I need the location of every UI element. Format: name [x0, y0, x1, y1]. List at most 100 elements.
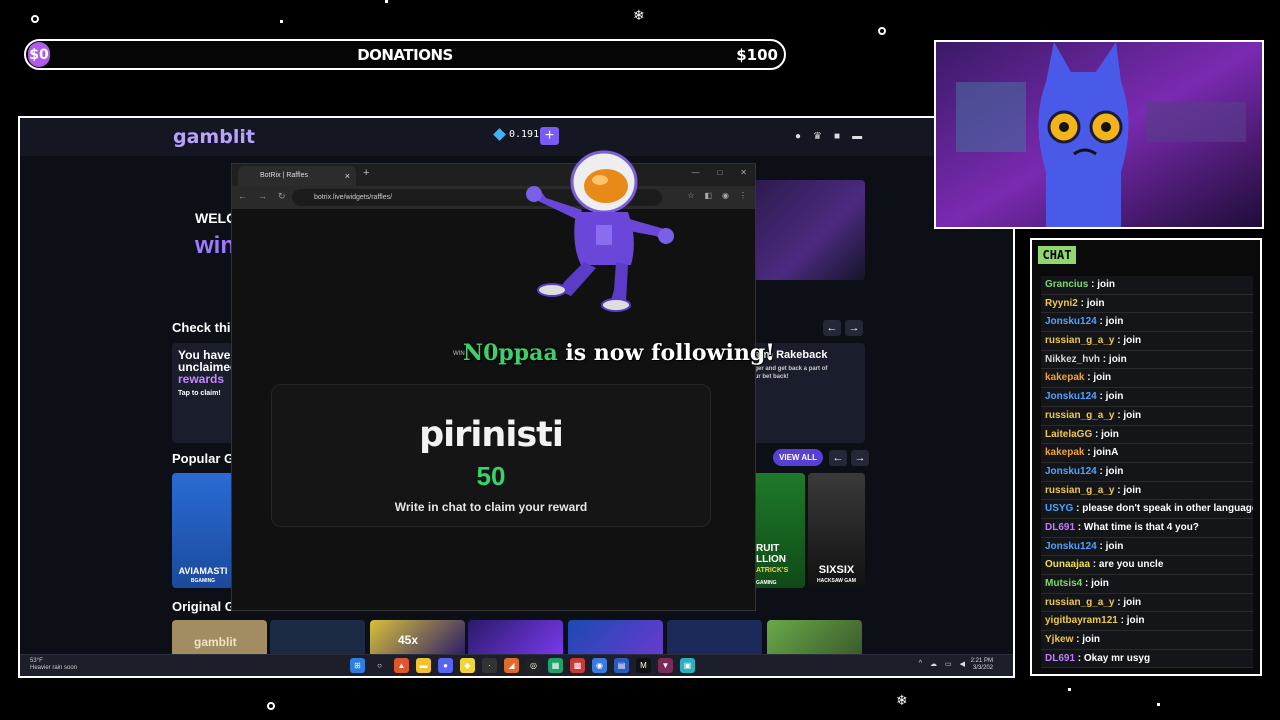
app-icon[interactable]: M	[636, 658, 651, 673]
menu-icon[interactable]: ⋮	[739, 191, 747, 200]
chrome-icon[interactable]: ◉	[592, 658, 607, 673]
arrow-right-button[interactable]: →	[851, 450, 869, 466]
star-pixel-decoration	[385, 0, 388, 3]
tab-close-icon[interactable]: ×	[345, 166, 350, 186]
webcam-frame	[934, 40, 1264, 229]
rewards-card[interactable]: You have unclaimed rewards Tap to claim!	[172, 343, 237, 443]
chat-text: join	[1091, 578, 1109, 589]
chevron-up-icon[interactable]: ^	[919, 660, 922, 668]
chat-username[interactable]: Ryyni2	[1045, 298, 1078, 309]
chat-username[interactable]: Jonsku124	[1045, 541, 1097, 552]
wallet-balance[interactable]: 0.191	[493, 128, 540, 141]
original-tile-5[interactable]	[568, 620, 663, 657]
original-tile-3[interactable]: 45x	[370, 620, 465, 657]
view-all-button[interactable]: VIEW ALL	[773, 449, 823, 466]
arrow-left-button[interactable]: ←	[829, 450, 847, 466]
trophy-icon[interactable]: ♛	[813, 131, 822, 142]
chat-text: join	[1101, 428, 1119, 440]
new-tab-button[interactable]: +	[363, 167, 369, 179]
balance-value: 0.191	[509, 129, 540, 140]
chat-separator: :	[1073, 503, 1083, 515]
hero-banner-art	[745, 180, 865, 280]
game-tile-fruit-million[interactable]: RUIT LLION ATRICK'S GAMING	[750, 473, 805, 588]
chat-username[interactable]: kakepak	[1045, 372, 1084, 383]
chat-username[interactable]: DL691	[1045, 522, 1075, 533]
taskbar-clock[interactable]: 2:21 PM 3/3/202	[971, 658, 993, 672]
sparkle-icon: ❄	[896, 692, 908, 708]
original-tile-2[interactable]	[270, 620, 365, 657]
chat-username[interactable]: DL691	[1045, 653, 1075, 664]
raffle-winner-name: pirinisti	[419, 415, 564, 455]
original-tile-6[interactable]	[667, 620, 762, 657]
rakeback-sub: ager and get back a part of	[751, 366, 828, 372]
chat-username[interactable]: LaitelaGG	[1045, 429, 1092, 440]
chat-username[interactable]: russian_g_a_y	[1045, 597, 1115, 608]
obs-icon[interactable]: ◎	[526, 658, 541, 673]
search-icon[interactable]: ○	[372, 658, 387, 673]
chat-username[interactable]: russian_g_a_y	[1045, 485, 1115, 496]
game-tile-sixsix[interactable]: SIXSIX HACKSAW GAM	[808, 473, 865, 588]
maximize-icon[interactable]: □	[717, 168, 722, 177]
chat-message: Mutsis4 : join	[1041, 575, 1253, 594]
site-logo[interactable]: gamblit	[173, 126, 255, 148]
volume-icon[interactable]: ◀	[960, 660, 965, 668]
app-icon[interactable]: ◢	[504, 658, 519, 673]
discord-icon[interactable]: ●	[438, 658, 453, 673]
brave-icon[interactable]: ▲	[394, 658, 409, 673]
app-icon[interactable]: ·	[482, 658, 497, 673]
chat-username[interactable]: Grancius	[1045, 279, 1088, 290]
chat-message: Grancius : join	[1041, 276, 1253, 295]
original-tile-gamblit[interactable]: gamblit	[172, 620, 267, 657]
cloud-icon[interactable]: ☁	[930, 660, 937, 668]
chat-header: CHAT	[1038, 246, 1076, 264]
profile-icon[interactable]: ◉	[722, 191, 729, 200]
chat-username[interactable]: russian_g_a_y	[1045, 335, 1115, 346]
reload-icon[interactable]: ↻	[278, 191, 286, 202]
chat-username[interactable]: yigitbayram121	[1045, 615, 1118, 626]
app-icon[interactable]: ▩	[570, 658, 585, 673]
browser-tab[interactable]: BotRix | Raffles ×	[238, 166, 356, 186]
app-icon[interactable]: ▼	[658, 658, 673, 673]
chat-username[interactable]: USYG	[1045, 503, 1073, 514]
chat-username[interactable]: Jonsku124	[1045, 391, 1097, 402]
chat-username[interactable]: Jonsku124	[1045, 316, 1097, 327]
weather-widget[interactable]: 53°F Heavier rain soon	[30, 658, 77, 672]
gift-icon[interactable]: ■	[834, 131, 840, 142]
bookmark-icon[interactable]: ☆	[687, 191, 694, 200]
close-icon[interactable]: ✕	[740, 168, 747, 177]
game-tile-aviamasters[interactable]: AVIAMASTI BGAMING	[172, 473, 234, 588]
chat-text: join	[1105, 391, 1124, 403]
folder-icon[interactable]: ▬	[416, 658, 431, 673]
chat-username[interactable]: Jonsku124	[1045, 466, 1097, 477]
forward-icon[interactable]: →	[258, 191, 267, 202]
arrow-right-button[interactable]: →	[845, 320, 863, 336]
minimize-icon[interactable]: —	[691, 168, 699, 177]
chat-separator: :	[1077, 297, 1087, 309]
app-icon[interactable]: ▦	[548, 658, 563, 673]
chat-username[interactable]: Mutsis4	[1045, 578, 1082, 589]
chat-username[interactable]: kakepak	[1045, 447, 1084, 458]
chat-icon[interactable]: ▬	[852, 131, 862, 142]
user-icon[interactable]: ●	[795, 131, 801, 142]
original-tile-4[interactable]	[468, 620, 563, 657]
game-title: AVIAMASTI	[178, 566, 228, 576]
app-icon[interactable]: ▤	[614, 658, 629, 673]
chat-message-list: Grancius : join Ryyni2 : join Jonsku124 : …	[1041, 276, 1253, 669]
chat-username[interactable]: Ounaajaa	[1045, 559, 1090, 570]
chat-username[interactable]: Yjkew	[1045, 634, 1073, 645]
arrow-left-button[interactable]: ←	[823, 320, 841, 336]
section-title-original: Original G	[172, 599, 235, 614]
original-tile-7[interactable]	[767, 620, 862, 657]
chat-username[interactable]: russian_g_a_y	[1045, 410, 1115, 421]
back-icon[interactable]: ←	[238, 191, 247, 202]
app-icon[interactable]: ▣	[680, 658, 695, 673]
system-tray: ^ ☁ ▭ ◀	[919, 660, 965, 668]
snapchat-icon[interactable]: ◆	[460, 658, 475, 673]
chat-message: LaitelaGG : join	[1041, 425, 1253, 445]
deposit-button[interactable]: +	[540, 127, 559, 145]
network-icon[interactable]: ▭	[945, 660, 952, 668]
chat-username[interactable]: Nikkez_hvh	[1045, 354, 1100, 365]
chat-message: Yjkew : join	[1041, 631, 1253, 650]
extensions-icon[interactable]: ◧	[704, 191, 712, 200]
start-icon[interactable]: ⊞	[350, 658, 365, 673]
